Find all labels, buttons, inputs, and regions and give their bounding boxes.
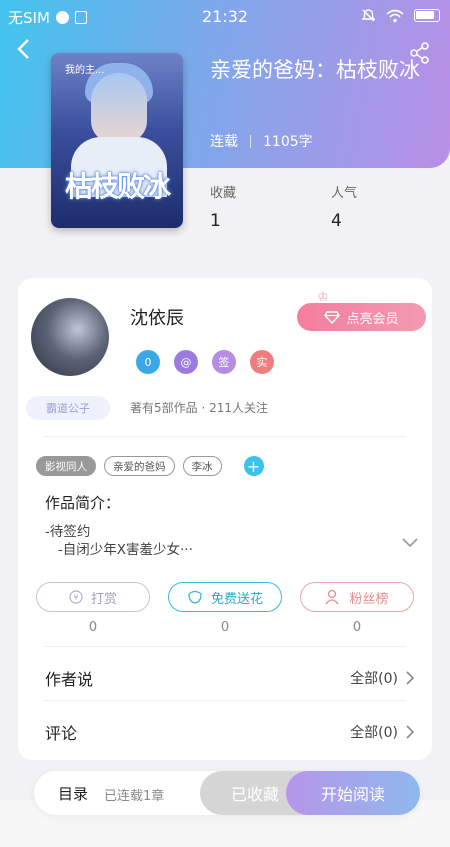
- fan-count: 0: [352, 620, 362, 635]
- cover-title: 枯枝败冰: [64, 170, 171, 203]
- send-flower-button[interactable]: 免费送花: [168, 582, 282, 612]
- svg-text:¥: ¥: [73, 593, 78, 602]
- vip-button[interactable]: 点亮会员: [297, 303, 426, 331]
- add-tag-button[interactable]: +: [243, 456, 264, 476]
- comments-label: 评论: [45, 724, 78, 743]
- author-works-info: 著有5部作品 · 211人关注: [130, 401, 268, 415]
- battery-icon: [414, 9, 440, 22]
- tag-pill[interactable]: 亲爱的爸妈: [104, 456, 175, 476]
- tip-count: 0: [88, 620, 98, 635]
- book-title: 亲爱的爸妈：枯枝败冰: [210, 58, 420, 82]
- author-says-all-link[interactable]: 全部(0): [350, 668, 414, 688]
- chevron-right-icon: [406, 671, 414, 685]
- signed-badge-icon[interactable]: 签: [212, 350, 236, 374]
- book-status: 连载: [210, 134, 238, 150]
- coin-icon: ¥: [69, 590, 83, 604]
- tag-pill[interactable]: 李冰: [182, 456, 222, 476]
- weibo-badge-icon[interactable]: @: [174, 350, 198, 374]
- back-button[interactable]: [16, 38, 30, 66]
- book-meta: 连载 1105字: [210, 131, 313, 151]
- wifi-icon: [386, 9, 404, 22]
- divider: [44, 700, 406, 701]
- flower-count: 0: [220, 620, 230, 635]
- comments-count: 全部(0): [350, 725, 398, 741]
- person-icon: [325, 589, 340, 605]
- author-card: 沈依辰 0 @ 签 实 ♔ 点亮会员 霸道公子 著有5部作品 · 211人关注 …: [18, 278, 432, 760]
- phone-badge-icon[interactable]: 0: [136, 350, 160, 374]
- fan-rank-label: 粉丝榜: [349, 591, 389, 607]
- diamond-icon: [324, 310, 341, 324]
- favorites-value: 1: [210, 211, 221, 231]
- favorites-stat: 收藏 1: [210, 182, 236, 231]
- verified-badge-icon[interactable]: 实: [250, 350, 274, 374]
- divider: [44, 436, 406, 437]
- toc-button[interactable]: 目录: [58, 783, 88, 804]
- expand-intro-button[interactable]: [402, 533, 418, 552]
- tip-label: 打赏: [90, 591, 117, 607]
- meta-divider: [250, 134, 251, 148]
- tag-pill[interactable]: 影视同人: [36, 456, 96, 476]
- chevron-left-icon: [17, 39, 29, 59]
- divider: [44, 646, 406, 647]
- author-avatar[interactable]: [31, 298, 109, 376]
- comments-all-link[interactable]: 全部(0): [350, 722, 414, 742]
- author-title-badge: 霸道公子: [26, 396, 110, 420]
- chevron-right-icon: [406, 725, 414, 739]
- bottom-action-bar: 目录 已连载1章 已收藏 开始阅读: [34, 771, 420, 815]
- popularity-value: 4: [331, 211, 342, 231]
- chevron-down-icon: [402, 538, 418, 548]
- cover-face: [91, 73, 147, 143]
- tag-list: 影视同人 亲爱的爸妈 李冰 +: [36, 456, 264, 476]
- author-name[interactable]: 沈依辰: [130, 304, 184, 330]
- author-badges: 0 @ 签 实: [136, 350, 274, 374]
- cover-tag: 我的主...: [65, 65, 105, 76]
- status-bar: 无SIM 21:32: [0, 0, 450, 32]
- fan-rank-button[interactable]: 粉丝榜: [300, 582, 414, 612]
- book-word-count: 1105字: [263, 134, 313, 150]
- intro-text: -待签约 -自闭少年X害羞少女···: [45, 524, 193, 558]
- flower-icon: [188, 590, 202, 604]
- popularity-label: 人气: [331, 186, 358, 201]
- start-reading-button[interactable]: 开始阅读: [286, 771, 420, 815]
- vip-button-label: 点亮会员: [346, 311, 399, 327]
- popularity-stat: 人气 4: [331, 182, 357, 231]
- book-cover[interactable]: 我的主... 枯枝败冰: [51, 53, 183, 228]
- intro-heading: 作品简介：: [45, 494, 121, 512]
- favorites-label: 收藏: [210, 186, 237, 201]
- toc-chapters: 已连载1章: [104, 789, 165, 804]
- tip-button[interactable]: ¥ 打赏: [36, 582, 150, 612]
- mute-icon: [361, 9, 376, 22]
- send-flower-label: 免费送花: [210, 591, 263, 607]
- author-says-label: 作者说: [45, 670, 94, 689]
- author-says-count: 全部(0): [350, 671, 398, 687]
